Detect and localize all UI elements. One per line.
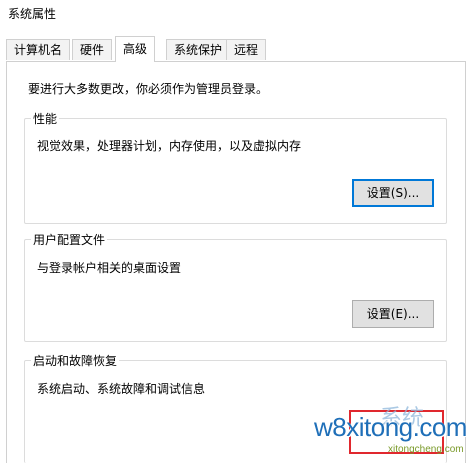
tab-system-protection[interactable]: 系统保护 — [166, 39, 231, 60]
title-bar: 系统属性 — [0, 0, 472, 30]
user-profiles-description: 与登录帐户相关的桌面设置 — [37, 261, 182, 275]
window-title: 系统属性 — [8, 7, 57, 21]
startup-recovery-title: 启动和故障恢复 — [31, 352, 120, 369]
watermark-subtext: xitongcheng.com — [388, 444, 464, 455]
performance-title: 性能 — [31, 110, 60, 127]
user-profiles-group: 用户配置文件 与登录帐户相关的桌面设置 设置(E)... — [24, 231, 447, 342]
performance-description: 视觉效果，处理器计划，内存使用，以及虚拟内存 — [37, 139, 302, 153]
performance-settings-button[interactable]: 设置(S)... — [352, 179, 434, 207]
startup-recovery-description: 系统启动、系统故障和调试信息 — [37, 382, 206, 396]
tab-hardware[interactable]: 硬件 — [72, 39, 113, 60]
tab-advanced[interactable]: 高级 — [115, 36, 156, 62]
performance-group: 性能 视觉效果，处理器计划，内存使用，以及虚拟内存 设置(S)... — [24, 110, 447, 224]
user-profiles-title: 用户配置文件 — [31, 231, 108, 248]
watermark-text: w8xitong.com — [314, 412, 467, 442]
tab-remote[interactable]: 远程 — [226, 39, 267, 60]
tab-computer-name[interactable]: 计算机名 — [6, 39, 71, 60]
tab-strip: 计算机名 硬件 高级 系统保护 远程 — [0, 32, 472, 62]
user-profiles-settings-button[interactable]: 设置(E)... — [352, 300, 434, 328]
watermark: 系统 w8xitong.com xitongcheng.com — [300, 400, 472, 462]
admin-note: 要进行大多数更改，你必须作为管理员登录。 — [28, 82, 269, 96]
